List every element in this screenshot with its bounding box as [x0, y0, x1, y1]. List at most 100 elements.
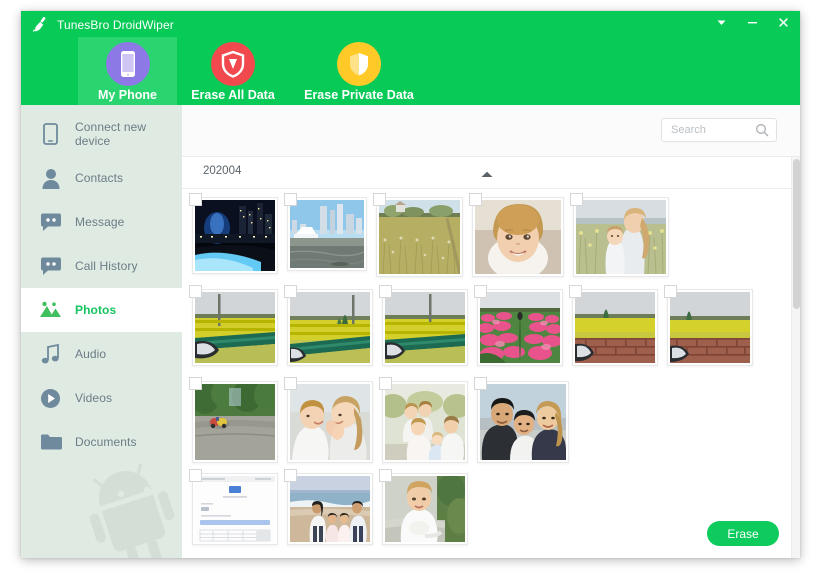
sidebar-item-call-history[interactable]: Call History — [21, 244, 182, 288]
sidebar-item-label: Photos — [75, 303, 116, 317]
photo-thumb-grass-meadow-field[interactable] — [376, 197, 463, 277]
application-window: TunesBro DroidWiper — [21, 11, 800, 558]
photo-row — [192, 473, 782, 558]
sidebar-item-audio[interactable]: Audio — [21, 332, 182, 376]
search-input[interactable] — [662, 119, 753, 141]
content-toolbar — [182, 105, 800, 157]
photo-checkbox[interactable] — [379, 285, 392, 298]
photo-thumb-child-sitting-outdoors[interactable] — [382, 473, 468, 545]
photo-checkbox[interactable] — [284, 469, 297, 482]
photo-thumb-family-group-outdoors[interactable] — [382, 381, 468, 463]
tab-erase-all-data[interactable]: Erase All Data — [177, 37, 289, 105]
close-button[interactable] — [775, 14, 792, 31]
photo-checkbox[interactable] — [189, 377, 202, 390]
photo-thumb-family-portrait-three[interactable] — [477, 381, 569, 463]
photo-grid — [182, 189, 782, 558]
photo-checkbox[interactable] — [474, 377, 487, 390]
shield-icon — [211, 42, 255, 86]
photo-group-title: 202004 — [203, 165, 241, 177]
sidebar-item-contacts[interactable]: Contacts — [21, 156, 182, 200]
sidebar-item-videos[interactable]: Videos — [21, 376, 182, 420]
window-body: Connect new device Contacts — [21, 105, 800, 558]
photo-row — [192, 197, 782, 289]
photo-thumb-rapeseed-field-guardrail-3[interactable] — [382, 289, 468, 366]
tab-erase-private-data-label: Erase Private Data — [304, 88, 414, 102]
tab-erase-all-data-label: Erase All Data — [191, 88, 275, 102]
message-bubble-icon — [39, 211, 62, 234]
photo-group-header: 202004 — [182, 157, 800, 189]
photo-thumb-rapeseed-field-guardrail-1[interactable] — [192, 289, 278, 366]
photo-row — [192, 381, 782, 473]
photo-thumb-family-on-beach[interactable] — [287, 473, 373, 545]
android-robot-icon — [69, 454, 182, 558]
sidebar-item-label: Contacts — [75, 171, 123, 185]
sidebar-nav: Connect new device Contacts — [21, 112, 182, 464]
call-history-icon — [39, 255, 62, 278]
photo-checkbox[interactable] — [570, 193, 583, 206]
tab-my-phone-label: My Phone — [98, 88, 157, 102]
photo-checkbox[interactable] — [379, 469, 392, 482]
contact-person-icon — [39, 167, 62, 190]
sidebar-item-connect-new-device[interactable]: Connect new device — [21, 112, 182, 156]
photo-checkbox[interactable] — [664, 285, 677, 298]
photo-checkbox[interactable] — [373, 193, 386, 206]
photo-checkbox[interactable] — [189, 469, 202, 482]
sidebar-item-message[interactable]: Message — [21, 200, 182, 244]
video-play-icon — [39, 387, 62, 410]
minimize-button[interactable] — [744, 14, 761, 31]
window-controls — [713, 14, 792, 31]
sidebar-item-documents[interactable]: Documents — [21, 420, 182, 464]
photo-row — [192, 289, 782, 381]
shield-icon — [337, 42, 381, 86]
sidebar-item-label: Audio — [75, 347, 106, 361]
phone-icon — [106, 42, 150, 86]
photo-checkbox[interactable] — [284, 285, 297, 298]
photo-checkbox[interactable] — [379, 377, 392, 390]
photo-thumb-night-city-lights[interactable] — [192, 197, 278, 274]
photo-checkbox[interactable] — [569, 285, 582, 298]
erase-button[interactable]: Erase — [707, 521, 779, 546]
tab-my-phone[interactable]: My Phone — [78, 37, 177, 105]
photo-thumb-road-with-trees[interactable] — [192, 381, 278, 463]
photo-grid-wrapper — [182, 189, 800, 558]
folder-icon — [39, 431, 62, 454]
sidebar-item-label: Call History — [75, 259, 138, 273]
phone-outline-icon — [39, 123, 62, 146]
sidebar-item-label: Documents — [75, 435, 137, 449]
photo-thumb-pink-flower-field[interactable] — [477, 289, 563, 366]
search-box[interactable] — [661, 118, 777, 142]
app-header: TunesBro DroidWiper — [21, 11, 800, 105]
broom-icon — [31, 15, 50, 34]
photo-thumb-child-portrait-blond[interactable] — [472, 197, 564, 277]
window-title: TunesBro DroidWiper — [57, 18, 174, 32]
chevron-up-icon[interactable] — [480, 170, 494, 179]
photo-thumb-rapeseed-field-guardrail-2[interactable] — [287, 289, 373, 366]
title-bar: TunesBro DroidWiper — [21, 11, 800, 37]
photo-thumb-brick-wall-field-1[interactable] — [572, 289, 658, 366]
sidebar-item-photos[interactable]: Photos — [21, 288, 182, 332]
photo-checkbox[interactable] — [469, 193, 482, 206]
photo-thumb-document-form-screenshot[interactable] — [192, 473, 278, 545]
menu-dropdown-button[interactable] — [713, 14, 730, 31]
search-icon[interactable] — [755, 123, 769, 137]
photo-checkbox[interactable] — [284, 377, 297, 390]
desktop-background: TunesBro DroidWiper — [0, 0, 817, 574]
music-note-icon — [39, 343, 62, 366]
main-tabs: My Phone Erase All Data — [21, 37, 429, 105]
sidebar: Connect new device Contacts — [21, 105, 182, 558]
photo-checkbox[interactable] — [189, 193, 202, 206]
photo-thumb-two-women-laughing[interactable] — [287, 381, 373, 463]
photo-checkbox[interactable] — [474, 285, 487, 298]
photo-checkbox[interactable] — [284, 193, 297, 206]
sidebar-item-label: Videos — [75, 391, 112, 405]
tab-erase-private-data[interactable]: Erase Private Data — [289, 37, 429, 105]
photo-thumb-mother-and-baby-dunes[interactable] — [573, 197, 669, 277]
sidebar-item-label: Connect new device — [75, 120, 182, 148]
content-area: 202004 — [182, 105, 800, 558]
sidebar-item-label: Message — [75, 215, 124, 229]
brand: TunesBro DroidWiper — [31, 15, 174, 34]
photo-thumb-brick-wall-field-2[interactable] — [667, 289, 753, 366]
photo-checkbox[interactable] — [189, 285, 202, 298]
photo-thumb-waterfront-skyline[interactable] — [287, 197, 367, 271]
photo-icon — [39, 299, 62, 322]
